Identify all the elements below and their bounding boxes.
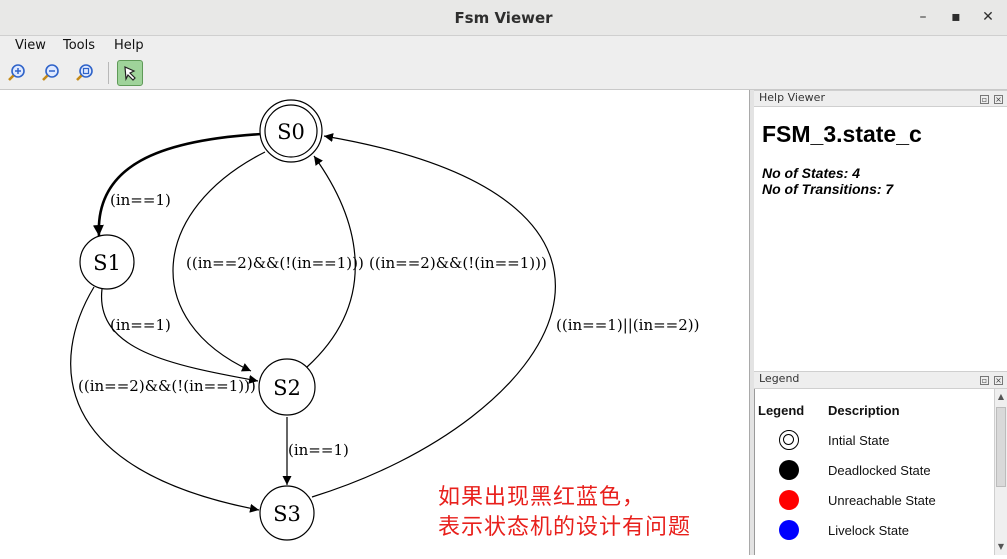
state-s0[interactable]: S0: [259, 99, 323, 163]
state-s1[interactable]: S1: [79, 234, 135, 290]
zoom-in-button[interactable]: [4, 60, 30, 86]
state-label-s1: S1: [93, 251, 121, 275]
label-s1-s3: ((in==2)&&(!(in==1))): [78, 377, 256, 395]
zoom-fit-button[interactable]: [72, 60, 98, 86]
maximize-button[interactable]: ▪: [947, 8, 965, 26]
menu-view[interactable]: View: [15, 38, 46, 53]
help-viewer-restore-icon[interactable]: ▫: [980, 95, 989, 104]
legend-scrollbar[interactable]: ▲ ▼: [994, 389, 1007, 555]
label-s2-s0: ((in==2)&&(!(in==1))): [369, 254, 547, 272]
select-tool-icon: [124, 66, 136, 82]
edge-s0-s1: [92, 132, 263, 237]
label-s3-s0: ((in==1)||(in==2)): [556, 316, 700, 334]
legend-restore-icon[interactable]: ▫: [980, 376, 989, 385]
close-button[interactable]: ✕: [979, 8, 997, 26]
scroll-up-icon[interactable]: ▲: [995, 391, 1007, 403]
select-tool-button[interactable]: [117, 60, 143, 86]
annotation-line-2: 表示状态机的设计有问题: [438, 515, 692, 540]
initial-state-icon: [779, 430, 799, 450]
window-title: Fsm Viewer: [454, 9, 553, 27]
deadlocked-state-icon: [779, 460, 799, 480]
transitions-count: No of Transitions: 7: [762, 181, 894, 197]
state-label-s3: S3: [273, 502, 301, 526]
legend-body: Legend Description Intial State Deadlock…: [754, 389, 994, 555]
legend-column-header: Legend: [758, 403, 805, 418]
state-s2[interactable]: S2: [258, 358, 316, 416]
label-s0-s1: (in==1): [110, 191, 171, 209]
menu-tools[interactable]: Tools: [63, 38, 95, 53]
label-s0-s2: ((in==2)&&(!(in==1))): [186, 254, 364, 272]
legend-item-initial: Intial State: [828, 433, 890, 448]
annotation-line-1: 如果出现黑红蓝色，: [438, 485, 646, 510]
legend-close-icon[interactable]: ×: [994, 376, 1003, 385]
label-s1-s2: (in==1): [110, 316, 171, 334]
legend-panel-title: Legend: [759, 372, 800, 385]
state-label-s2: S2: [273, 376, 301, 400]
label-s2-s3: (in==1): [288, 441, 349, 459]
states-count: No of States: 4: [762, 165, 861, 181]
legend-header: Legend ▫ ×: [754, 371, 1007, 389]
menu-help[interactable]: Help: [114, 38, 144, 53]
fsm-name: FSM_3.state_c: [762, 121, 922, 147]
toolbar-separator: [108, 62, 109, 84]
zoom-out-icon: [42, 64, 59, 81]
scroll-thumb[interactable]: [996, 407, 1006, 487]
legend-item-livelock: Livelock State: [828, 523, 909, 538]
scroll-down-icon[interactable]: ▼: [995, 541, 1007, 553]
toolbar: [0, 56, 1007, 90]
zoom-fit-icon: [76, 64, 93, 81]
fsm-canvas[interactable]: S0 S1 S2 S3 (in==1) ((in==2)&&(!(in==1))…: [0, 90, 750, 555]
help-viewer-body: FSM_3.state_c No of States: 4 No of Tran…: [754, 107, 1007, 369]
zoom-in-icon: [8, 64, 25, 81]
state-label-s0: S0: [277, 120, 305, 144]
menu-bar: View Tools Help: [0, 36, 1007, 56]
help-viewer-close-icon[interactable]: ×: [994, 95, 1003, 104]
zoom-out-button[interactable]: [38, 60, 64, 86]
livelock-state-icon: [779, 520, 799, 540]
minimize-button[interactable]: –: [914, 8, 932, 26]
help-viewer-header: Help Viewer ▫ ×: [754, 90, 1007, 107]
unreachable-state-icon: [779, 490, 799, 510]
description-column-header: Description: [828, 403, 900, 418]
legend-item-deadlocked: Deadlocked State: [828, 463, 931, 478]
title-bar: Fsm Viewer – ▪ ✕: [0, 0, 1007, 36]
state-s3[interactable]: S3: [259, 485, 315, 541]
help-viewer-title: Help Viewer: [759, 91, 825, 104]
legend-item-unreachable: Unreachable State: [828, 493, 936, 508]
edge-s1-s2: [101, 288, 259, 384]
